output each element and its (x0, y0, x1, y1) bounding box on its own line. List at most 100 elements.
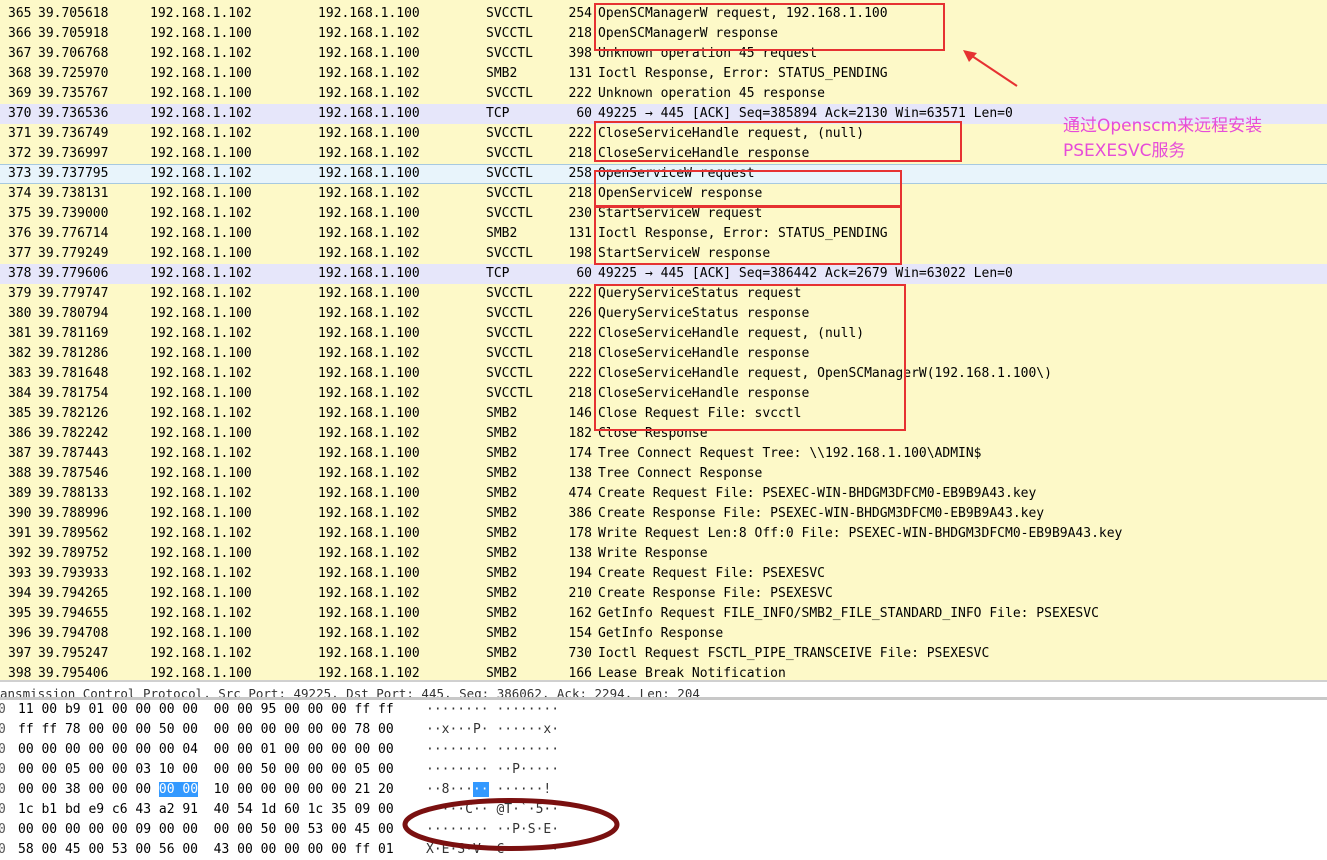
packet-row[interactable]: 375 39.739000 192.168.1.102 192.168.1.100 SV… (0, 204, 1327, 224)
packet-info: OpenServiceW response (598, 186, 763, 201)
packet-info: Ioctl Request FSCTL_PIPE_TRANSCEIVE File… (598, 646, 990, 661)
packet-source: 192.168.1.100 (150, 506, 252, 521)
packet-length: 60 (576, 106, 592, 121)
packet-row[interactable]: 379 39.779747 192.168.1.102 192.168.1.100 SV… (0, 284, 1327, 304)
packet-length: 474 (568, 486, 592, 501)
packet-length: 182 (568, 426, 592, 441)
packet-destination: 192.168.1.102 (318, 546, 420, 561)
packet-row[interactable]: 367 39.706768 192.168.1.102 192.168.1.100 SV… (0, 44, 1327, 64)
packet-row[interactable]: 393 39.793933 192.168.1.102 192.168.1.100 SM… (0, 564, 1327, 584)
packet-row[interactable]: 390 39.788996 192.168.1.100 192.168.1.102 SM… (0, 504, 1327, 524)
packet-protocol: SMB2 (486, 626, 518, 641)
packet-length: 210 (568, 586, 592, 601)
packet-row[interactable]: 385 39.782126 192.168.1.102 192.168.1.100 SM… (0, 404, 1327, 424)
hex-row[interactable]: 0 11 00 b9 01 00 00 00 00 00 00 95 00 00 … (0, 700, 620, 720)
packet-protocol: SMB2 (486, 506, 518, 521)
packet-row[interactable]: 374 39.738131 192.168.1.100 192.168.1.102 SV… (0, 184, 1327, 204)
packet-row[interactable]: 392 39.789752 192.168.1.100 192.168.1.102 SM… (0, 544, 1327, 564)
packet-row[interactable]: 380 39.780794 192.168.1.100 192.168.1.102 SV… (0, 304, 1327, 324)
packet-no: 378 (8, 266, 32, 281)
packet-row[interactable]: 389 39.788133 192.168.1.102 192.168.1.100 SM… (0, 484, 1327, 504)
packet-protocol: SVCCTL (486, 306, 533, 321)
packet-source: 192.168.1.102 (150, 446, 252, 461)
packet-protocol: SVCCTL (486, 346, 533, 361)
packet-row[interactable]: 383 39.781648 192.168.1.102 192.168.1.100 SV… (0, 364, 1327, 384)
packet-info: OpenServiceW request (598, 166, 755, 181)
packet-source: 192.168.1.102 (150, 326, 252, 341)
packet-row[interactable]: 369 39.735767 192.168.1.100 192.168.1.102 SV… (0, 84, 1327, 104)
packet-list[interactable]: 365 39.705618 192.168.1.102 192.168.1.100 SV… (0, 0, 1327, 680)
packet-row[interactable]: 381 39.781169 192.168.1.102 192.168.1.100 SV… (0, 324, 1327, 344)
packet-row[interactable]: 382 39.781286 192.168.1.100 192.168.1.102 SV… (0, 344, 1327, 364)
packet-row[interactable]: 377 39.779249 192.168.1.100 192.168.1.102 SV… (0, 244, 1327, 264)
packet-time: 39.794655 (38, 606, 109, 621)
packet-row[interactable]: 387 39.787443 192.168.1.102 192.168.1.100 SM… (0, 444, 1327, 464)
packet-info: OpenSCManagerW response (598, 26, 779, 41)
packet-row[interactable]: 397 39.795247 192.168.1.102 192.168.1.100 SM… (0, 644, 1327, 664)
packet-source: 192.168.1.102 (150, 606, 252, 621)
packet-source: 192.168.1.100 (150, 346, 252, 361)
packet-protocol: SMB2 (486, 566, 518, 581)
hex-bytes-part: 00 00 00 00 00 09 00 00 00 00 50 00 53 0… (18, 822, 394, 837)
packet-source: 192.168.1.100 (150, 246, 252, 261)
packet-info: StartServiceW request (598, 206, 763, 221)
packet-destination: 192.168.1.100 (318, 166, 420, 181)
packet-info: Tree Connect Response (598, 466, 763, 481)
hex-bytes: 58 00 45 00 53 00 56 00 43 00 00 00 00 0… (18, 840, 394, 860)
hex-row[interactable]: 0 00 00 00 00 00 00 00 04 00 00 01 00 00 … (0, 740, 620, 760)
packet-time: 39.739000 (38, 206, 109, 221)
hex-offset: 0 (0, 802, 6, 817)
packet-row[interactable]: 368 39.725970 192.168.1.100 192.168.1.102 SM… (0, 64, 1327, 84)
packet-source: 192.168.1.102 (150, 646, 252, 661)
packet-row[interactable]: 373 39.737795 192.168.1.102 192.168.1.100 SV… (0, 164, 1327, 184)
packet-row[interactable]: 398 39.795406 192.168.1.100 192.168.1.102 SM… (0, 664, 1327, 680)
packet-no: 370 (8, 106, 32, 121)
packet-info: Close Request File: svcctl (598, 406, 802, 421)
packet-destination: 192.168.1.100 (318, 126, 420, 141)
hex-bytes-part: ff ff 78 00 00 00 50 00 00 00 00 00 00 0… (18, 722, 394, 737)
packet-info: CloseServiceHandle request, OpenSCManage… (598, 366, 1052, 381)
packet-protocol: SVCCTL (486, 86, 533, 101)
packet-length: 254 (568, 6, 592, 21)
packet-no: 376 (8, 226, 32, 241)
packet-protocol: SVCCTL (486, 6, 533, 21)
packet-info: Create Request File: PSEXEC-WIN-BHDGM3DF… (598, 486, 1037, 501)
hex-offset: 0 (0, 742, 6, 757)
packet-destination: 192.168.1.100 (318, 46, 420, 61)
packet-source: 192.168.1.100 (150, 626, 252, 641)
packet-length: 194 (568, 566, 592, 581)
packet-time: 39.782126 (38, 406, 109, 421)
hex-bytes: 00 00 00 00 00 09 00 00 00 00 50 00 53 0… (18, 820, 394, 840)
packet-length: 222 (568, 86, 592, 101)
packet-destination: 192.168.1.100 (318, 446, 420, 461)
packet-length: 146 (568, 406, 592, 421)
packet-bytes-pane[interactable]: 0 11 00 b9 01 00 00 00 00 00 00 95 00 00 … (0, 700, 1327, 857)
packet-row[interactable]: 388 39.787546 192.168.1.100 192.168.1.102 SM… (0, 464, 1327, 484)
packet-destination: 192.168.1.102 (318, 306, 420, 321)
packet-row[interactable]: 396 39.794708 192.168.1.100 192.168.1.102 SM… (0, 624, 1327, 644)
packet-protocol: SMB2 (486, 466, 518, 481)
packet-time: 39.705618 (38, 6, 109, 21)
hex-row[interactable]: 0 ff ff 78 00 00 00 50 00 00 00 00 00 00 … (0, 720, 620, 740)
packet-row[interactable]: 384 39.781754 192.168.1.100 192.168.1.102 SV… (0, 384, 1327, 404)
packet-time: 39.736536 (38, 106, 109, 121)
packet-row[interactable]: 394 39.794265 192.168.1.100 192.168.1.102 SM… (0, 584, 1327, 604)
packet-source: 192.168.1.100 (150, 426, 252, 441)
packet-protocol: TCP (486, 266, 510, 281)
packet-time: 39.737795 (38, 166, 109, 181)
packet-protocol: SMB2 (486, 546, 518, 561)
packet-row[interactable]: 395 39.794655 192.168.1.102 192.168.1.100 SM… (0, 604, 1327, 624)
packet-row[interactable]: 376 39.776714 192.168.1.100 192.168.1.102 SM… (0, 224, 1327, 244)
packet-protocol: SMB2 (486, 606, 518, 621)
hex-selected-bytes[interactable]: 00 00 (158, 782, 199, 797)
packet-length: 230 (568, 206, 592, 221)
packet-protocol: SMB2 (486, 526, 518, 541)
packet-row[interactable]: 366 39.705918 192.168.1.100 192.168.1.102 SV… (0, 24, 1327, 44)
hex-row[interactable]: 0 00 00 05 00 00 03 10 00 00 00 50 00 00 … (0, 760, 620, 780)
packet-row[interactable]: 365 39.705618 192.168.1.102 192.168.1.100 SV… (0, 4, 1327, 24)
packet-info: Close Response (598, 426, 708, 441)
packet-row[interactable]: 378 39.779606 192.168.1.102 192.168.1.100 TC… (0, 264, 1327, 284)
packet-row[interactable]: 391 39.789562 192.168.1.102 192.168.1.100 SM… (0, 524, 1327, 544)
packet-destination: 192.168.1.102 (318, 146, 420, 161)
packet-row[interactable]: 386 39.782242 192.168.1.100 192.168.1.102 SM… (0, 424, 1327, 444)
